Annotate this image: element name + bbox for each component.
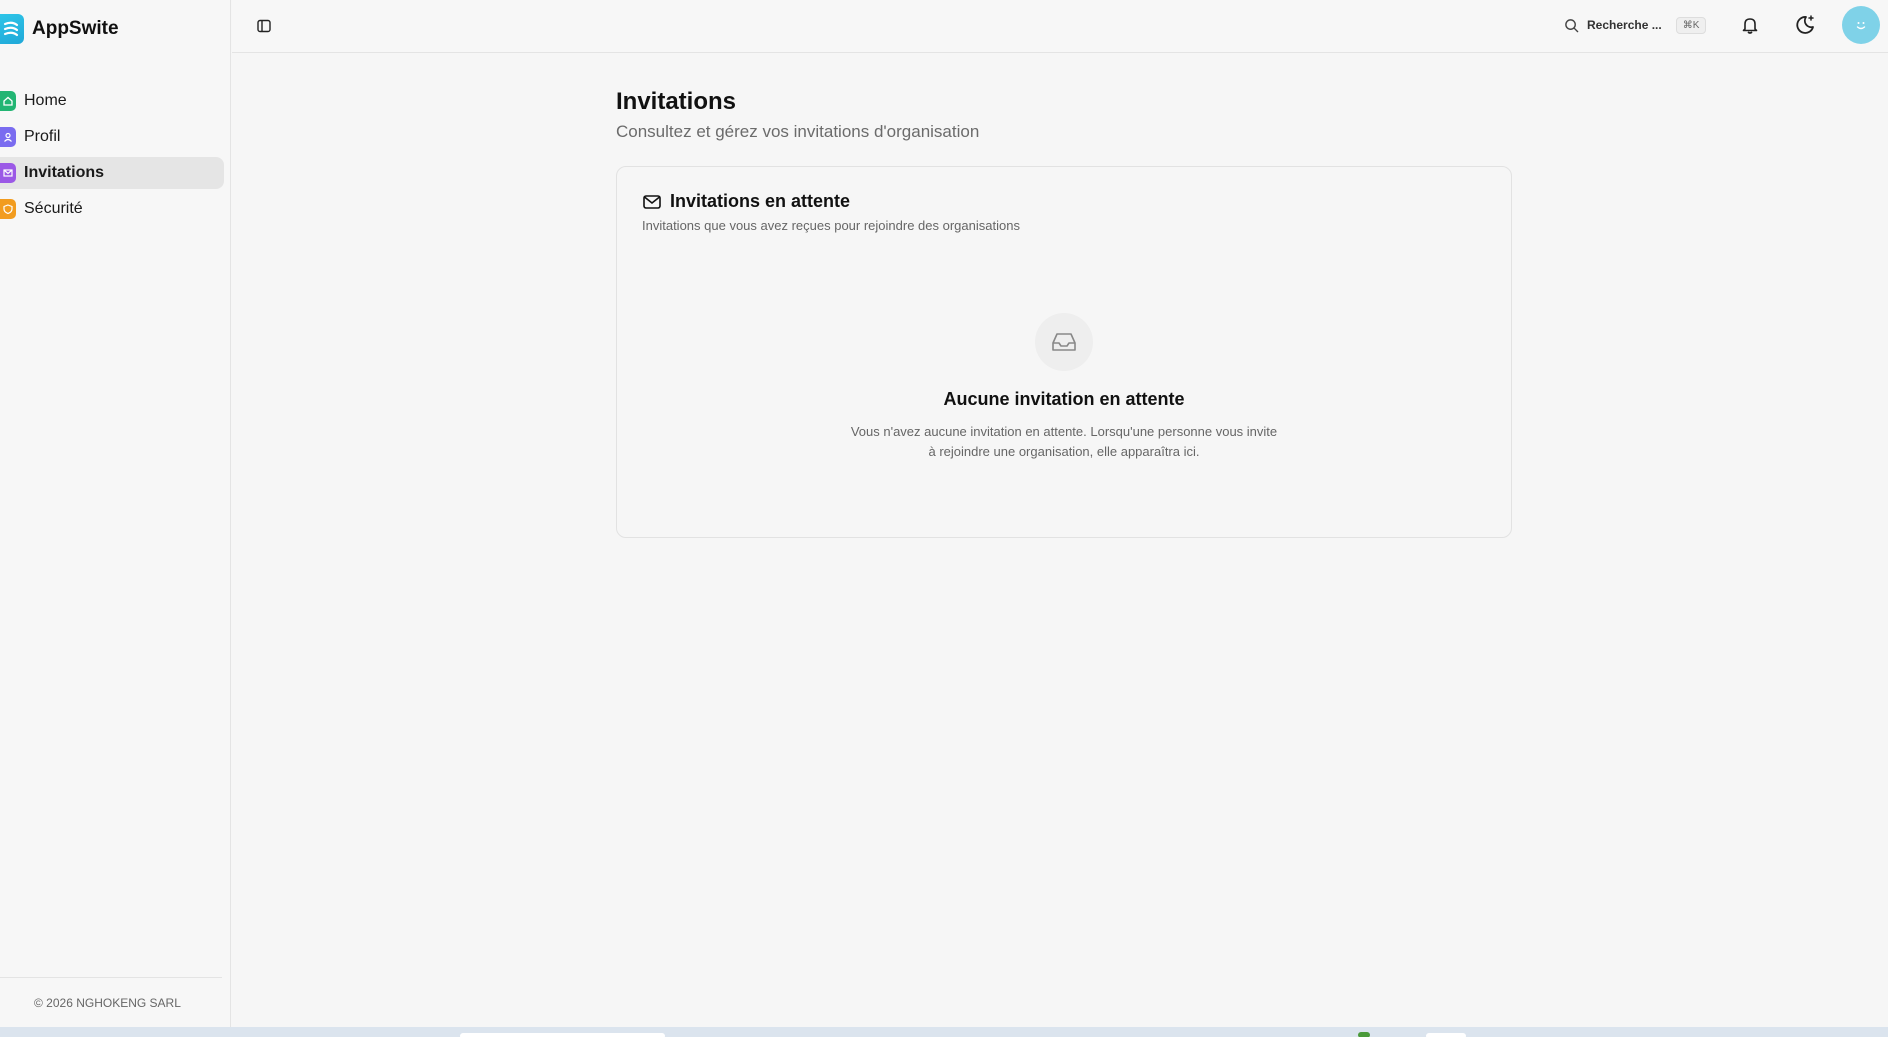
card-title-row: Invitations en attente <box>642 191 1020 212</box>
brand[interactable]: AppSwite <box>0 12 119 46</box>
smiley-icon <box>1856 22 1866 30</box>
sidebar-nav: Home Profil Invitations Sécurité <box>0 85 224 229</box>
taskbar-strip <box>0 1027 1888 1037</box>
home-icon <box>0 91 16 111</box>
envelope-icon <box>643 194 661 209</box>
moon-icon <box>1796 15 1814 34</box>
mail-icon <box>0 163 16 183</box>
page-subtitle: Consultez et gérez vos invitations d'org… <box>616 122 980 141</box>
sidebar-item-label: Profil <box>24 128 61 145</box>
brand-logo-icon <box>0 14 24 44</box>
card-description: Invitations que vous avez reçues pour re… <box>642 218 1020 233</box>
sidebar-item-label: Sécurité <box>24 200 83 217</box>
sidebar: AppSwite Home Profil Invitations Sécurit… <box>0 0 231 1027</box>
sidebar-toggle-button[interactable] <box>252 14 276 38</box>
shield-icon <box>0 199 16 219</box>
avatar[interactable] <box>1842 6 1880 44</box>
sidebar-footer: © 2026 NGHOKENG SARL <box>0 977 222 1027</box>
main-content: Invitations Consultez et gérez vos invit… <box>616 88 1512 538</box>
theme-toggle-button[interactable] <box>1792 12 1818 38</box>
empty-state-title: Aucune invitation en attente <box>943 389 1185 409</box>
top-bar: Recherche ... ⌘K <box>232 0 1888 53</box>
user-icon <box>0 127 16 147</box>
card-header: Invitations en attente Invitations que v… <box>642 191 1020 233</box>
sidebar-item-profil[interactable]: Profil <box>0 121 224 153</box>
brand-name: AppSwite <box>32 18 119 39</box>
app-window: AppSwite Home Profil Invitations Sécurit… <box>0 0 1888 1037</box>
page-title: Invitations <box>616 88 737 115</box>
bell-icon <box>1742 18 1758 34</box>
empty-state: Aucune invitation en attente Vous n'avez… <box>617 313 1511 462</box>
taskbar-item <box>1358 1032 1370 1037</box>
search-icon <box>1565 18 1579 32</box>
search-shortcut: ⌘K <box>1675 16 1707 34</box>
empty-state-icon-container <box>1035 313 1093 371</box>
sidebar-item-label: Invitations <box>24 164 105 181</box>
sidebar-item-securite[interactable]: Sécurité <box>0 193 224 225</box>
taskbar-item <box>1426 1033 1466 1037</box>
sidebar-item-label: Home <box>24 92 67 109</box>
search-placeholder: Recherche ... <box>1587 18 1662 32</box>
search-button[interactable]: Recherche ... ⌘K <box>1564 12 1736 38</box>
notifications-button[interactable] <box>1737 12 1763 38</box>
taskbar-item <box>460 1033 665 1037</box>
sidebar-toggle-icon <box>257 19 271 33</box>
empty-state-text: Vous n'avez aucune invitation en attente… <box>850 424 1278 459</box>
sidebar-item-home[interactable]: Home <box>0 85 224 117</box>
card-title: Invitations en attente <box>670 191 851 211</box>
sidebar-item-invitations[interactable]: Invitations <box>0 157 224 189</box>
pending-invitations-card: Invitations en attente Invitations que v… <box>616 166 1512 538</box>
inbox-icon <box>1052 333 1076 351</box>
